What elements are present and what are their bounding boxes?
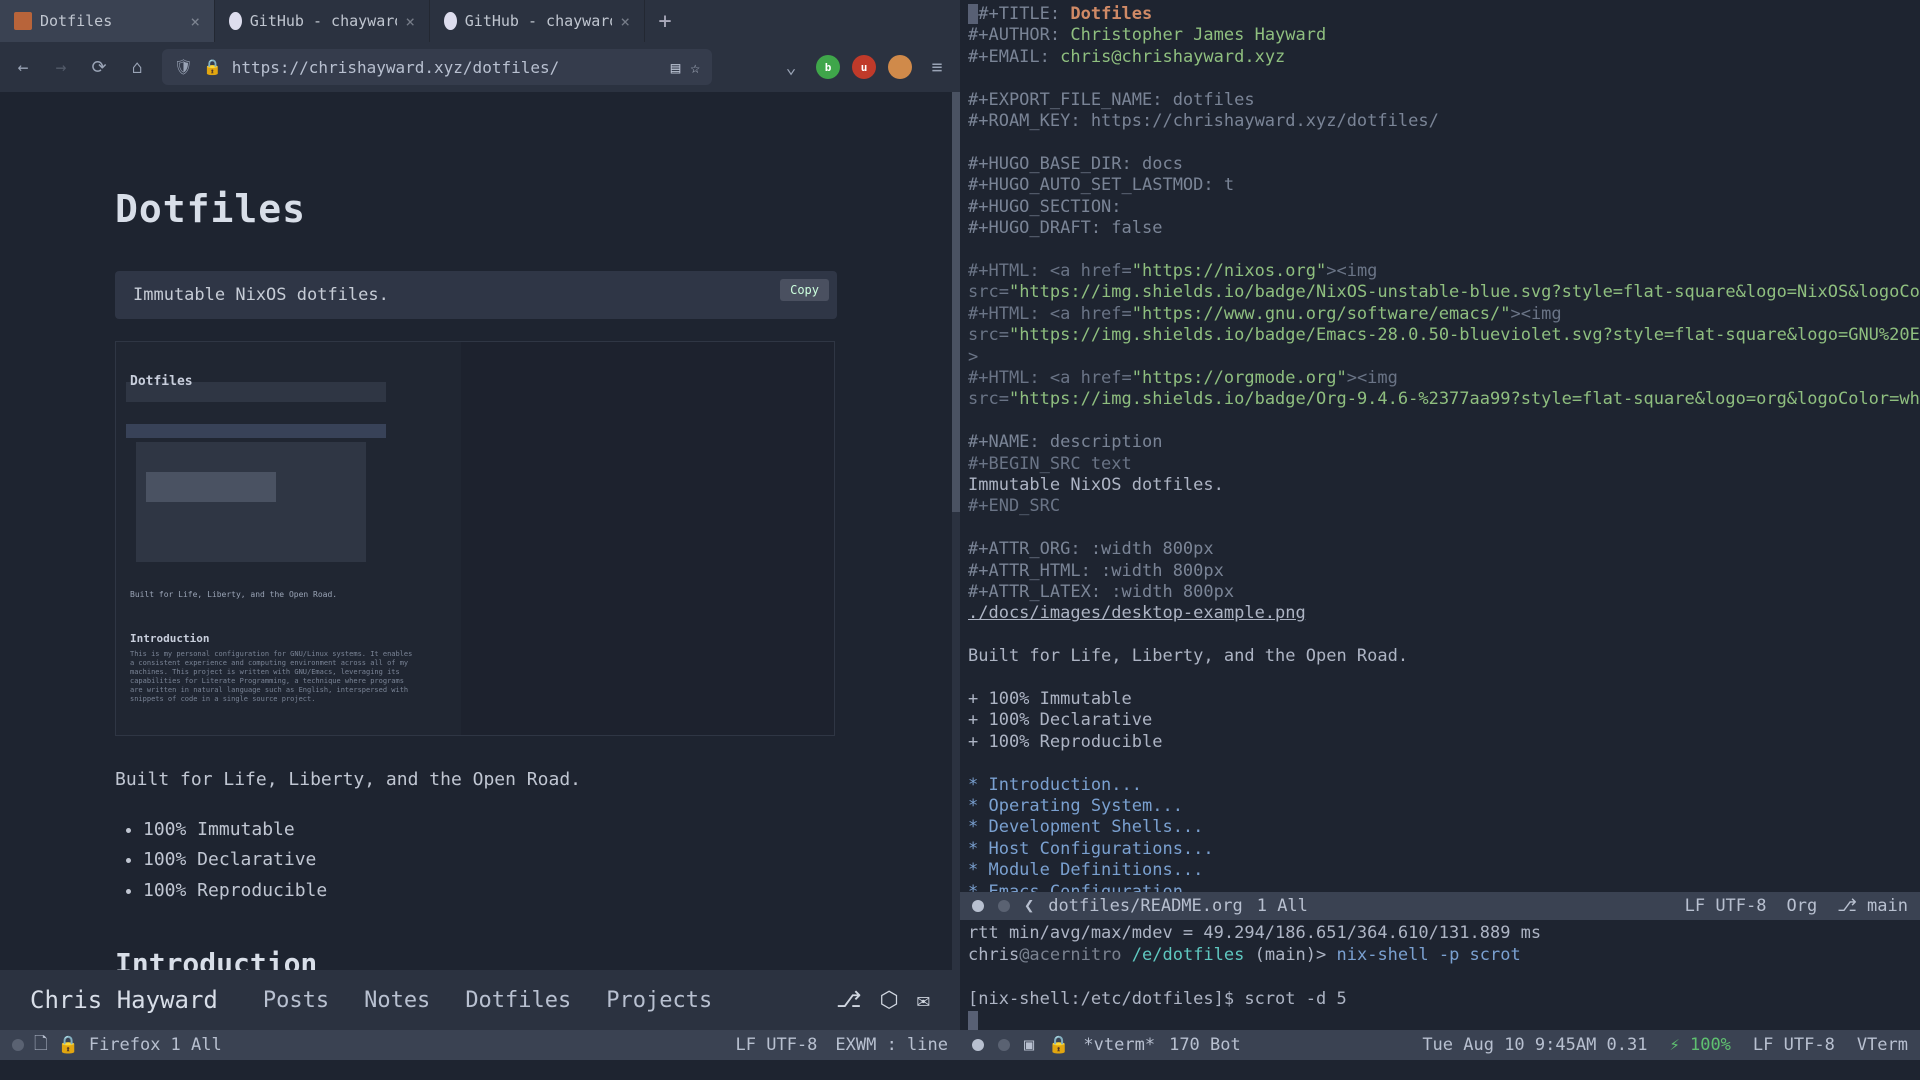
gitlab-icon[interactable]: ⬡ (880, 988, 899, 1013)
github-icon[interactable]: ⎇ (836, 988, 861, 1013)
modeline-mode: EXWM : line (835, 1035, 948, 1055)
modeline-buffer-name: Firefox (89, 1035, 161, 1055)
git-branch-icon: ⎇ main (1837, 896, 1908, 916)
modeline-buffer-name: *vterm* (1083, 1035, 1155, 1055)
extension-bitwarden-icon[interactable]: b (816, 55, 840, 79)
modeline-encoding: LF UTF-8 (1753, 1035, 1835, 1055)
tagline: Built for Life, Liberty, and the Open Ro… (115, 766, 837, 795)
back-button[interactable]: ← (10, 54, 36, 80)
emacs-right-split: #+TITLE: Dotfiles #+AUTHOR: Christopher … (960, 0, 1920, 1060)
heading-introduction: Introduction (115, 947, 837, 970)
nav-notes[interactable]: Notes (364, 988, 430, 1013)
nav-dotfiles[interactable]: Dotfiles (465, 988, 571, 1013)
battery-icon: ⚡ 100% (1669, 1035, 1730, 1055)
modeline-path: dotfiles/README.org (1048, 896, 1242, 916)
list-item: 100% Declarative (143, 845, 837, 876)
forward-button[interactable]: → (48, 54, 74, 80)
shield-icon[interactable]: 🛡 (174, 58, 193, 76)
tab-github-1[interactable]: GitHub - chayward1/dotf × (215, 0, 430, 42)
reader-icon[interactable]: ▤ (671, 58, 681, 77)
page-title: Dotfiles (115, 187, 837, 231)
reload-button[interactable]: ⟳ (86, 54, 112, 80)
status-dot-icon (12, 1039, 24, 1051)
tab-bar: Dotfiles × GitHub - chayward1/dotf × Git… (0, 0, 960, 42)
modeline-position: 170 Bot (1169, 1035, 1241, 1055)
nav-posts[interactable]: Posts (263, 988, 329, 1013)
copy-button[interactable]: Copy (780, 279, 829, 301)
status-dot-icon (972, 900, 984, 912)
menu-icon[interactable]: ≡ (924, 54, 950, 80)
org-buffer[interactable]: #+TITLE: Dotfiles #+AUTHOR: Christopher … (960, 0, 1920, 892)
list-item: 100% Reproducible (143, 876, 837, 907)
close-icon[interactable]: × (620, 12, 630, 31)
favicon-icon (14, 12, 32, 30)
file-icon: 🗋 (34, 1031, 48, 1060)
list-item: 100% Immutable (143, 815, 837, 846)
status-dot-icon (998, 1039, 1010, 1051)
screenshot-image: Dotfiles Built for Life, Liberty, and th… (115, 341, 835, 736)
scrollbar[interactable] (952, 92, 960, 972)
page-content: Dotfiles Immutable NixOS dotfiles. Copy … (0, 92, 952, 970)
modeline-encoding: LF UTF-8 (736, 1035, 818, 1055)
modeline-mode: Org (1787, 896, 1818, 916)
url-text: https://chrishayward.xyz/dotfiles/ (232, 58, 560, 77)
modeline-org: ❮ dotfiles/README.org 1 All LF UTF-8 Org… (960, 892, 1920, 920)
mail-icon[interactable]: ✉ (917, 988, 930, 1013)
modeline-clock: Tue Aug 10 9:45AM 0.31 (1422, 1035, 1647, 1055)
nav-projects[interactable]: Projects (606, 988, 712, 1013)
tab-label: Dotfiles (40, 12, 112, 30)
close-icon[interactable]: × (405, 12, 415, 31)
favicon-icon (229, 12, 242, 30)
lock-icon[interactable]: 🔒 (203, 58, 222, 76)
modeline-position: 1 All (1257, 896, 1308, 916)
close-icon[interactable]: × (190, 12, 200, 31)
extension-icon[interactable] (888, 55, 912, 79)
feature-list: 100% Immutable 100% Declarative 100% Rep… (115, 815, 837, 907)
site-brand[interactable]: Chris Hayward (30, 986, 218, 1014)
code-text: Immutable NixOS dotfiles. (133, 285, 389, 305)
status-dot-icon (998, 900, 1010, 912)
modeline-vterm: ▣ 🔒 *vterm* 170 Bot Tue Aug 10 9:45AM 0.… (960, 1030, 1920, 1060)
status-dot-icon (972, 1039, 984, 1051)
scrollbar-thumb[interactable] (952, 92, 960, 512)
vterm-buffer[interactable]: rtt min/avg/max/mdev = 49.294/186.651/36… (960, 920, 1920, 1030)
bookmark-star-icon[interactable]: ☆ (690, 58, 700, 77)
tab-label: GitHub - chayward1/dotf (250, 12, 398, 30)
modeline-position: 1 All (171, 1035, 222, 1055)
tab-dotfiles[interactable]: Dotfiles × (0, 0, 215, 42)
home-button[interactable]: ⌂ (124, 54, 150, 80)
tab-label: GitHub - chayward1/dotf (465, 12, 613, 30)
pocket-icon[interactable]: ⌄ (778, 54, 804, 80)
url-bar[interactable]: 🛡 🔒 https://chrishayward.xyz/dotfiles/ ▤… (162, 49, 712, 85)
lock-icon: 🔒 (1048, 1035, 1069, 1055)
browser-toolbar: ← → ⟳ ⌂ 🛡 🔒 https://chrishayward.xyz/dot… (0, 42, 960, 92)
chevron-left-icon: ❮ (1024, 896, 1034, 916)
modeline-encoding: LF UTF-8 (1685, 896, 1767, 916)
terminal-icon: ▣ (1024, 1035, 1034, 1055)
lock-icon: 🔒 (58, 1035, 79, 1055)
modeline-mode: VTerm (1857, 1035, 1908, 1055)
code-block: Immutable NixOS dotfiles. Copy (115, 271, 837, 319)
extension-ublock-icon[interactable]: u (852, 55, 876, 79)
site-nav: Chris Hayward Posts Notes Dotfiles Proje… (0, 970, 960, 1030)
tab-github-2[interactable]: GitHub - chayward1/dotf × (430, 0, 645, 42)
firefox-window: Dotfiles × GitHub - chayward1/dotf × Git… (0, 0, 960, 1030)
modeline-firefox: 🗋 🔒 Firefox 1 All LF UTF-8 EXWM : line (0, 1030, 960, 1060)
favicon-icon (444, 12, 457, 30)
new-tab-button[interactable]: + (645, 0, 685, 42)
